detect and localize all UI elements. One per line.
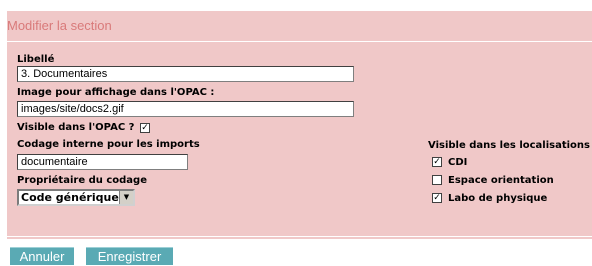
bottom-divider xyxy=(7,236,592,237)
visible-opac-checkbox[interactable]: ✓ xyxy=(140,123,150,133)
proprietaire-select[interactable]: Code générique ▼ xyxy=(17,189,135,206)
localisation-cdi-label: CDI xyxy=(448,157,468,168)
save-button[interactable]: Enregistrer xyxy=(86,247,173,265)
codage-input[interactable]: documentaire xyxy=(17,154,188,170)
proprietaire-label: Propriétaire du codage xyxy=(17,175,147,186)
section-title: Modifier la section xyxy=(7,18,112,33)
localisation-espace-orientation-checkbox[interactable] xyxy=(432,175,442,185)
title-divider xyxy=(7,41,592,42)
codage-label: Codage interne pour les imports xyxy=(17,139,200,150)
localisations-label: Visible dans les localisations : xyxy=(428,140,592,151)
localisation-labo-physique-label: Labo de physique xyxy=(448,193,548,204)
localisation-labo-physique-checkbox[interactable]: ✓ xyxy=(432,193,442,203)
image-opac-label: Image pour affichage dans l'OPAC : xyxy=(17,87,215,98)
localisation-cdi-checkbox[interactable]: ✓ xyxy=(432,157,442,167)
libelle-input[interactable]: 3. Documentaires xyxy=(17,66,354,82)
proprietaire-selected-value: Code générique xyxy=(21,191,119,204)
visible-opac-label: Visible dans l'OPAC ? xyxy=(17,122,135,133)
chevron-down-icon[interactable]: ▼ xyxy=(119,191,133,204)
image-opac-input[interactable]: images/site/docs2.gif xyxy=(17,101,354,117)
cancel-button[interactable]: Annuler xyxy=(10,247,74,265)
libelle-label: Libellé xyxy=(17,54,55,65)
localisation-espace-orientation-label: Espace orientation xyxy=(448,175,554,186)
